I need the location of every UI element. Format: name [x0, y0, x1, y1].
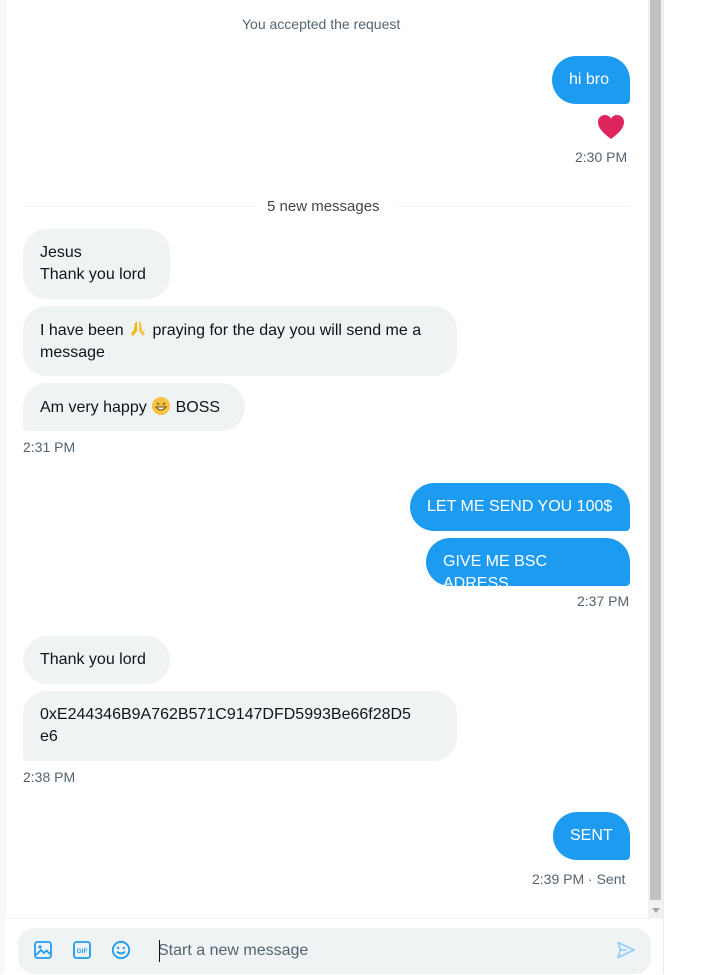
message-bubble-incoming[interactable]: I have been praying for the day you will… — [23, 306, 457, 376]
message-bubble-outgoing[interactable]: GIVE ME BSC ADRESS — [426, 538, 630, 592]
message-bubble-outgoing[interactable]: LET ME SEND YOU 100$ — [410, 483, 630, 531]
divider-line — [24, 206, 257, 207]
scroll-down-arrow[interactable] — [648, 902, 663, 918]
message-bubble-incoming[interactable]: Thank you lord — [23, 636, 170, 684]
message-input[interactable] — [158, 939, 598, 963]
timestamp: 2:38 PM — [23, 769, 76, 785]
grinning-face-emoji — [151, 396, 171, 416]
svg-text:GIF: GIF — [77, 948, 88, 955]
timestamp: 2:37 PM — [577, 593, 630, 609]
timestamp-sent-status: 2:39 PM · Sent — [532, 871, 626, 887]
message-bubble-incoming[interactable]: Am very happy BOSS — [23, 383, 245, 431]
message-text: I have been — [40, 322, 124, 339]
emoji-icon[interactable] — [111, 940, 133, 962]
message-composer: GIF — [18, 928, 651, 974]
message-bubble-outgoing[interactable]: SENT — [553, 812, 630, 860]
timestamp: 2:30 PM — [575, 149, 628, 165]
message-bubble-incoming[interactable]: Jesus Thank you lord — [23, 229, 170, 299]
message-text: Am very happy — [40, 399, 147, 416]
dm-conversation-window: You accepted the request hi bro 2:30 PM … — [0, 0, 705, 975]
new-messages-divider: 5 new messages — [267, 198, 380, 215]
send-icon[interactable] — [616, 940, 638, 962]
timestamp: 2:31 PM — [23, 439, 76, 455]
praying-hands-emoji — [128, 319, 148, 339]
right-border — [663, 0, 664, 974]
scrollbar-thumb[interactable] — [650, 0, 661, 900]
heart-icon[interactable] — [597, 114, 625, 140]
text-caret — [159, 940, 160, 962]
divider-line — [396, 206, 630, 207]
image-icon[interactable] — [33, 940, 55, 962]
gif-icon[interactable]: GIF — [72, 940, 94, 962]
message-bubble-outgoing[interactable]: hi bro — [552, 56, 630, 104]
accepted-request-notice: You accepted the request — [242, 16, 401, 32]
message-list[interactable]: You accepted the request hi bro 2:30 PM … — [6, 0, 648, 918]
message-bubble-incoming[interactable]: 0xE244346B9A762B571C9147DFD5993Be66f28D5… — [23, 691, 457, 761]
scrollbar[interactable] — [648, 0, 663, 918]
message-text: BOSS — [175, 399, 221, 416]
